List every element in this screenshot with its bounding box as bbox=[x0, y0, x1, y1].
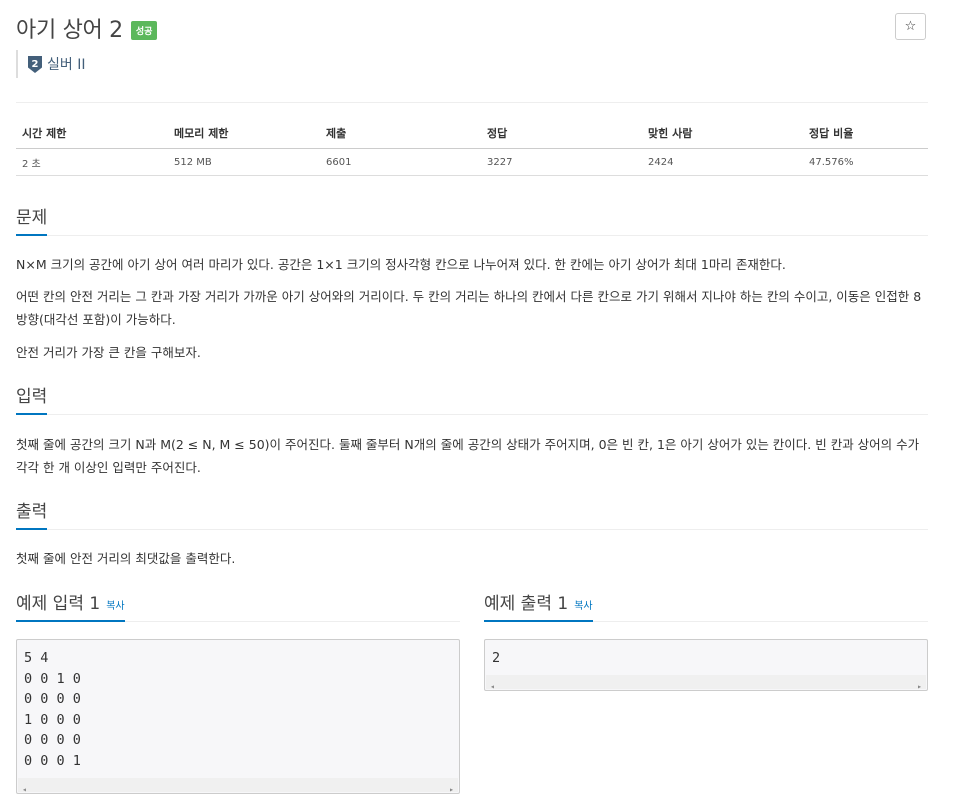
problem-paragraph-2: 어떤 칸의 안전 거리는 그 칸과 가장 거리가 가까운 아기 상어와의 거리이… bbox=[16, 289, 922, 327]
info-value-row: 2 초 512 MB 6601 3227 2424 47.576% bbox=[16, 148, 928, 176]
sample-input-text: 5 4 0 0 1 0 0 0 0 0 1 0 0 0 0 0 0 0 0 0 … bbox=[24, 650, 81, 769]
sample-input-heading: 예제 입력 1 bbox=[16, 594, 101, 614]
star-button[interactable]: ☆ bbox=[895, 13, 926, 40]
input-heading: 입력 bbox=[16, 382, 48, 415]
solvers-value[interactable]: 2424 bbox=[642, 148, 803, 176]
ratio-value: 47.576% bbox=[803, 148, 928, 176]
submissions-value[interactable]: 6601 bbox=[320, 148, 481, 176]
sample-input-header: 예제 입력 1 복사 bbox=[16, 589, 460, 622]
info-header-row: 시간 제한 메모리 제한 제출 정답 맞힌 사람 정답 비율 bbox=[16, 118, 928, 149]
problem-page: 아기 상어 2 성공 ☆ 2 실버 II 시간 제한 메모리 제한 제출 정답 … bbox=[0, 0, 967, 803]
copy-output-button[interactable]: 복사 bbox=[574, 601, 592, 612]
problem-heading: 문제 bbox=[16, 203, 48, 236]
divider bbox=[16, 102, 928, 103]
tier-badge-icon: 2 bbox=[28, 55, 42, 73]
scroll-right-icon[interactable]: ▸ bbox=[917, 677, 922, 698]
col-ratio: 정답 비율 bbox=[803, 118, 928, 149]
input-section-header: 입력 bbox=[16, 382, 928, 415]
sample-output-header: 예제 출력 1 복사 bbox=[484, 589, 928, 622]
problem-section-header: 문제 bbox=[16, 203, 928, 236]
status-badge: 성공 bbox=[130, 20, 158, 40]
col-time-limit: 시간 제한 bbox=[16, 118, 168, 149]
sample-output-heading: 예제 출력 1 bbox=[484, 594, 569, 614]
star-icon: ☆ bbox=[904, 19, 917, 34]
sample-output-text: 2 bbox=[492, 650, 501, 666]
input-horizontal-scrollbar[interactable]: ◂ ▸ bbox=[18, 778, 458, 794]
output-heading: 출력 bbox=[16, 497, 48, 530]
sample-input-heading-wrap: 예제 입력 1 복사 bbox=[16, 589, 125, 622]
col-memory-limit: 메모리 제한 bbox=[168, 118, 320, 149]
sample-output-heading-wrap: 예제 출력 1 복사 bbox=[484, 589, 593, 622]
problem-paragraph-1: N×M 크기의 공간에 아기 상어 여러 마리가 있다. 공간은 1×1 크기의… bbox=[16, 257, 786, 272]
sample-input-box[interactable]: 5 4 0 0 1 0 0 0 0 0 1 0 0 0 0 0 0 0 0 0 … bbox=[16, 639, 460, 794]
tier-label[interactable]: 실버 II bbox=[47, 54, 85, 74]
accepted-value[interactable]: 3227 bbox=[481, 148, 642, 176]
problem-info-table: 시간 제한 메모리 제한 제출 정답 맞힌 사람 정답 비율 2 초 512 M… bbox=[16, 118, 928, 176]
output-paragraph: 첫째 줄에 안전 거리의 최댓값을 출력한다. bbox=[16, 551, 236, 566]
time-limit-value: 2 초 bbox=[16, 148, 168, 176]
problem-paragraph-3: 안전 거리가 가장 큰 칸을 구해보자. bbox=[16, 345, 201, 360]
output-horizontal-scrollbar[interactable]: ◂ ▸ bbox=[486, 675, 926, 691]
copy-input-button[interactable]: 복사 bbox=[106, 601, 124, 612]
col-solvers: 맞힌 사람 bbox=[642, 118, 803, 149]
scroll-left-icon[interactable]: ◂ bbox=[22, 780, 27, 801]
title-row: 아기 상어 2 성공 bbox=[16, 12, 158, 44]
tier-row: 2 실버 II bbox=[16, 50, 85, 78]
memory-limit-value: 512 MB bbox=[168, 148, 320, 176]
sample-output-box[interactable]: 2 ◂ ▸ bbox=[484, 639, 928, 691]
scroll-right-icon[interactable]: ▸ bbox=[449, 780, 454, 801]
scroll-left-icon[interactable]: ◂ bbox=[490, 677, 495, 698]
output-section-header: 출력 bbox=[16, 497, 928, 530]
input-paragraph: 첫째 줄에 공간의 크기 N과 M(2 ≤ N, M ≤ 50)이 주어진다. … bbox=[16, 437, 920, 475]
col-accepted: 정답 bbox=[481, 118, 642, 149]
problem-title: 아기 상어 2 bbox=[16, 18, 123, 43]
tier-number: 2 bbox=[32, 58, 39, 69]
col-submissions: 제출 bbox=[320, 118, 481, 149]
